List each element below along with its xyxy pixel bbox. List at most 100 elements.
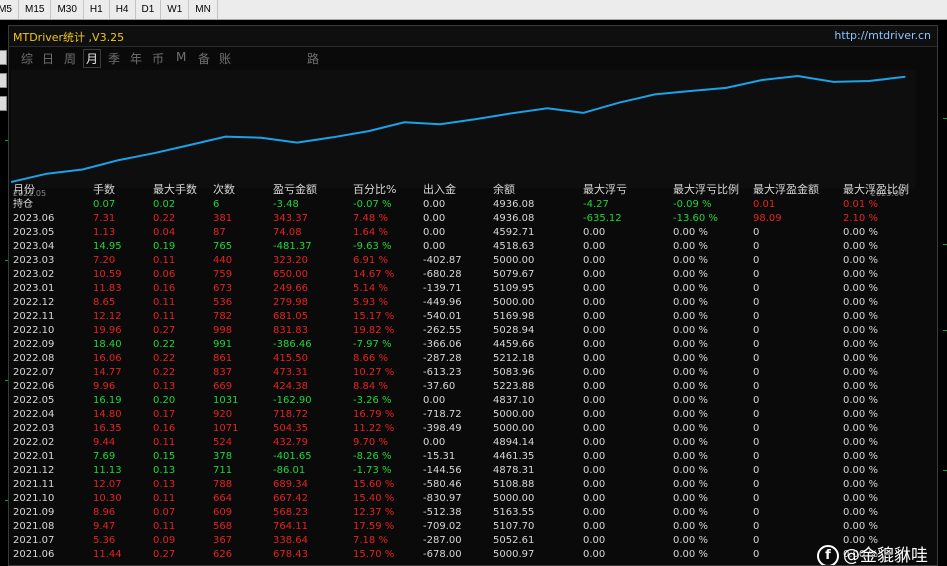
timeframe-m15[interactable]: M15 bbox=[19, 0, 52, 19]
watermark-text: @金貔貅哇 bbox=[843, 546, 928, 566]
cell-max-float-profit-pct: 0.00 % bbox=[843, 297, 878, 308]
cell-count: 626 bbox=[213, 549, 233, 560]
table-row: 2022.05 16.19 0.20 1031 -162.90 -3.26 % 0.00 48… bbox=[9, 394, 937, 408]
column-header[interactable]: 手数 bbox=[93, 183, 115, 196]
cell-lots: 16.19 bbox=[93, 395, 122, 406]
timeframe-h4[interactable]: H4 bbox=[110, 0, 136, 19]
column-header[interactable]: 出入金 bbox=[423, 183, 456, 196]
cell-pnl: 831.83 bbox=[273, 325, 308, 336]
cell-pnl: 689.34 bbox=[273, 479, 308, 490]
cell-balance: 5000.00 bbox=[493, 423, 535, 434]
table-row: 2022.10 19.96 0.27 998 831.83 19.82 % -262.55 5… bbox=[9, 324, 937, 338]
timeframe-m5[interactable]: M5 bbox=[0, 0, 19, 19]
equity-point bbox=[117, 159, 119, 161]
cell-max-float-loss-pct: 0.00 % bbox=[673, 381, 708, 392]
cell-balance: 4936.08 bbox=[493, 213, 535, 224]
cell-max-float-profit-pct: 0.00 % bbox=[843, 339, 878, 350]
column-header[interactable]: 最大浮亏 bbox=[583, 183, 627, 196]
tab-6[interactable]: 币 bbox=[152, 50, 164, 67]
equity-point bbox=[153, 152, 155, 154]
cell-count: 782 bbox=[213, 311, 233, 322]
cell-balance: 4936.08 bbox=[493, 199, 535, 210]
cell-pnl: -401.65 bbox=[273, 451, 312, 462]
cell-max-float-loss: 0.00 bbox=[583, 353, 606, 364]
cell-max-float-profit-pct: 0.00 % bbox=[843, 423, 878, 434]
cell-max-lots: 0.16 bbox=[153, 283, 176, 294]
cell-max-float-loss: 0.00 bbox=[583, 297, 606, 308]
column-header[interactable]: 月份 bbox=[13, 183, 35, 196]
side-button[interactable] bbox=[0, 96, 7, 111]
column-header[interactable]: 次数 bbox=[213, 183, 235, 196]
cell-max-lots: 0.22 bbox=[153, 353, 176, 364]
cell-pnl: 343.37 bbox=[273, 213, 308, 224]
table-row: 2022.12 8.65 0.11 536 279.98 5.93 % -449.96 500… bbox=[9, 296, 937, 310]
cell-count: 669 bbox=[213, 381, 233, 392]
cell-max-float-profit-pct: 0.00 % bbox=[843, 493, 878, 504]
side-button[interactable] bbox=[0, 50, 7, 65]
column-header[interactable]: 最大浮盈金额 bbox=[753, 183, 819, 196]
cell-pct: 15.40 % bbox=[353, 493, 395, 504]
tab-1[interactable]: 日 bbox=[42, 50, 54, 67]
cell-count: 440 bbox=[213, 255, 233, 266]
equity-point bbox=[582, 112, 584, 114]
equity-point bbox=[475, 118, 477, 120]
timeframe-h1[interactable]: H1 bbox=[84, 0, 110, 19]
tab-8[interactable]: 备 bbox=[198, 50, 210, 67]
cell-max-float-loss-pct: 0.00 % bbox=[673, 465, 708, 476]
tab-7[interactable]: M bbox=[176, 50, 186, 64]
column-header[interactable]: 百分比% bbox=[353, 183, 396, 196]
tab-4[interactable]: 季 bbox=[108, 50, 120, 67]
cell-max-float-profit: 98.09 bbox=[753, 213, 782, 224]
equity-point bbox=[81, 168, 84, 171]
cell-max-float-loss-pct: 0.00 % bbox=[673, 255, 708, 266]
equity-point bbox=[618, 102, 620, 104]
tab-0[interactable]: 综 bbox=[21, 50, 33, 67]
cell-max-float-loss-pct: 0.00 % bbox=[673, 367, 708, 378]
cell-io: -287.28 bbox=[423, 353, 462, 364]
cell-pct: 5.93 % bbox=[353, 297, 388, 308]
cell-max-float-loss: 0.00 bbox=[583, 381, 606, 392]
column-header[interactable]: 盈亏金额 bbox=[273, 183, 317, 196]
table-row: 2021.09 8.96 0.07 609 568.23 12.37 % -512.38 51… bbox=[9, 506, 937, 520]
cell-max-float-loss-pct: 0.00 % bbox=[673, 437, 708, 448]
cell-pct: 15.60 % bbox=[353, 479, 395, 490]
timeframe-d1[interactable]: D1 bbox=[136, 0, 162, 19]
cell-lots: 10.30 bbox=[93, 493, 122, 504]
column-header[interactable]: 最大浮盈比例 bbox=[843, 183, 909, 196]
cell-max-lots: 0.27 bbox=[153, 549, 176, 560]
tab-2[interactable]: 周 bbox=[64, 50, 76, 67]
cell-max-float-loss: 0.00 bbox=[583, 479, 606, 490]
cell-balance: 4894.14 bbox=[493, 437, 535, 448]
cell-max-float-loss-pct: 0.00 % bbox=[673, 395, 708, 406]
cell-max-float-profit: 0 bbox=[753, 479, 760, 490]
cell-max-lots: 0.11 bbox=[153, 311, 176, 322]
cell-max-float-profit-pct: 0.00 % bbox=[843, 227, 878, 238]
side-button[interactable] bbox=[0, 73, 7, 88]
cell-max-float-profit-pct: 0.00 % bbox=[843, 311, 878, 322]
cell-balance: 5163.55 bbox=[493, 507, 535, 518]
timeframe-mn[interactable]: MN bbox=[189, 0, 218, 19]
panel-url-link[interactable]: http://mtdriver.cn bbox=[834, 29, 931, 42]
tab-3[interactable]: 月 bbox=[82, 49, 102, 68]
cell-pnl: 568.23 bbox=[273, 507, 308, 518]
cell-pct: -7.97 % bbox=[353, 339, 392, 350]
cell-max-float-profit: 0 bbox=[753, 409, 760, 420]
cell-lots: 12.12 bbox=[93, 311, 122, 322]
timeframe-w1[interactable]: W1 bbox=[161, 0, 190, 19]
timeframe-m30[interactable]: M30 bbox=[51, 0, 84, 19]
cell-count: 6 bbox=[213, 199, 220, 210]
cell-month: 2021.10 bbox=[13, 493, 55, 504]
cell-balance: 5108.88 bbox=[493, 479, 535, 490]
cell-max-float-loss-pct: 0.00 % bbox=[673, 283, 708, 294]
cell-count: 664 bbox=[213, 493, 233, 504]
column-header[interactable]: 最大手数 bbox=[153, 183, 197, 196]
cell-max-float-loss-pct: 0.00 % bbox=[673, 311, 708, 322]
column-header[interactable]: 余额 bbox=[493, 183, 515, 196]
column-header[interactable]: 最大浮亏比例 bbox=[673, 183, 739, 196]
equity-point bbox=[260, 137, 262, 139]
cell-pct: 11.22 % bbox=[353, 423, 395, 434]
tab-5[interactable]: 年 bbox=[130, 50, 142, 67]
cell-pnl: 650.00 bbox=[273, 269, 308, 280]
cell-max-float-profit: 0 bbox=[753, 283, 760, 294]
cell-count: 568 bbox=[213, 521, 233, 532]
